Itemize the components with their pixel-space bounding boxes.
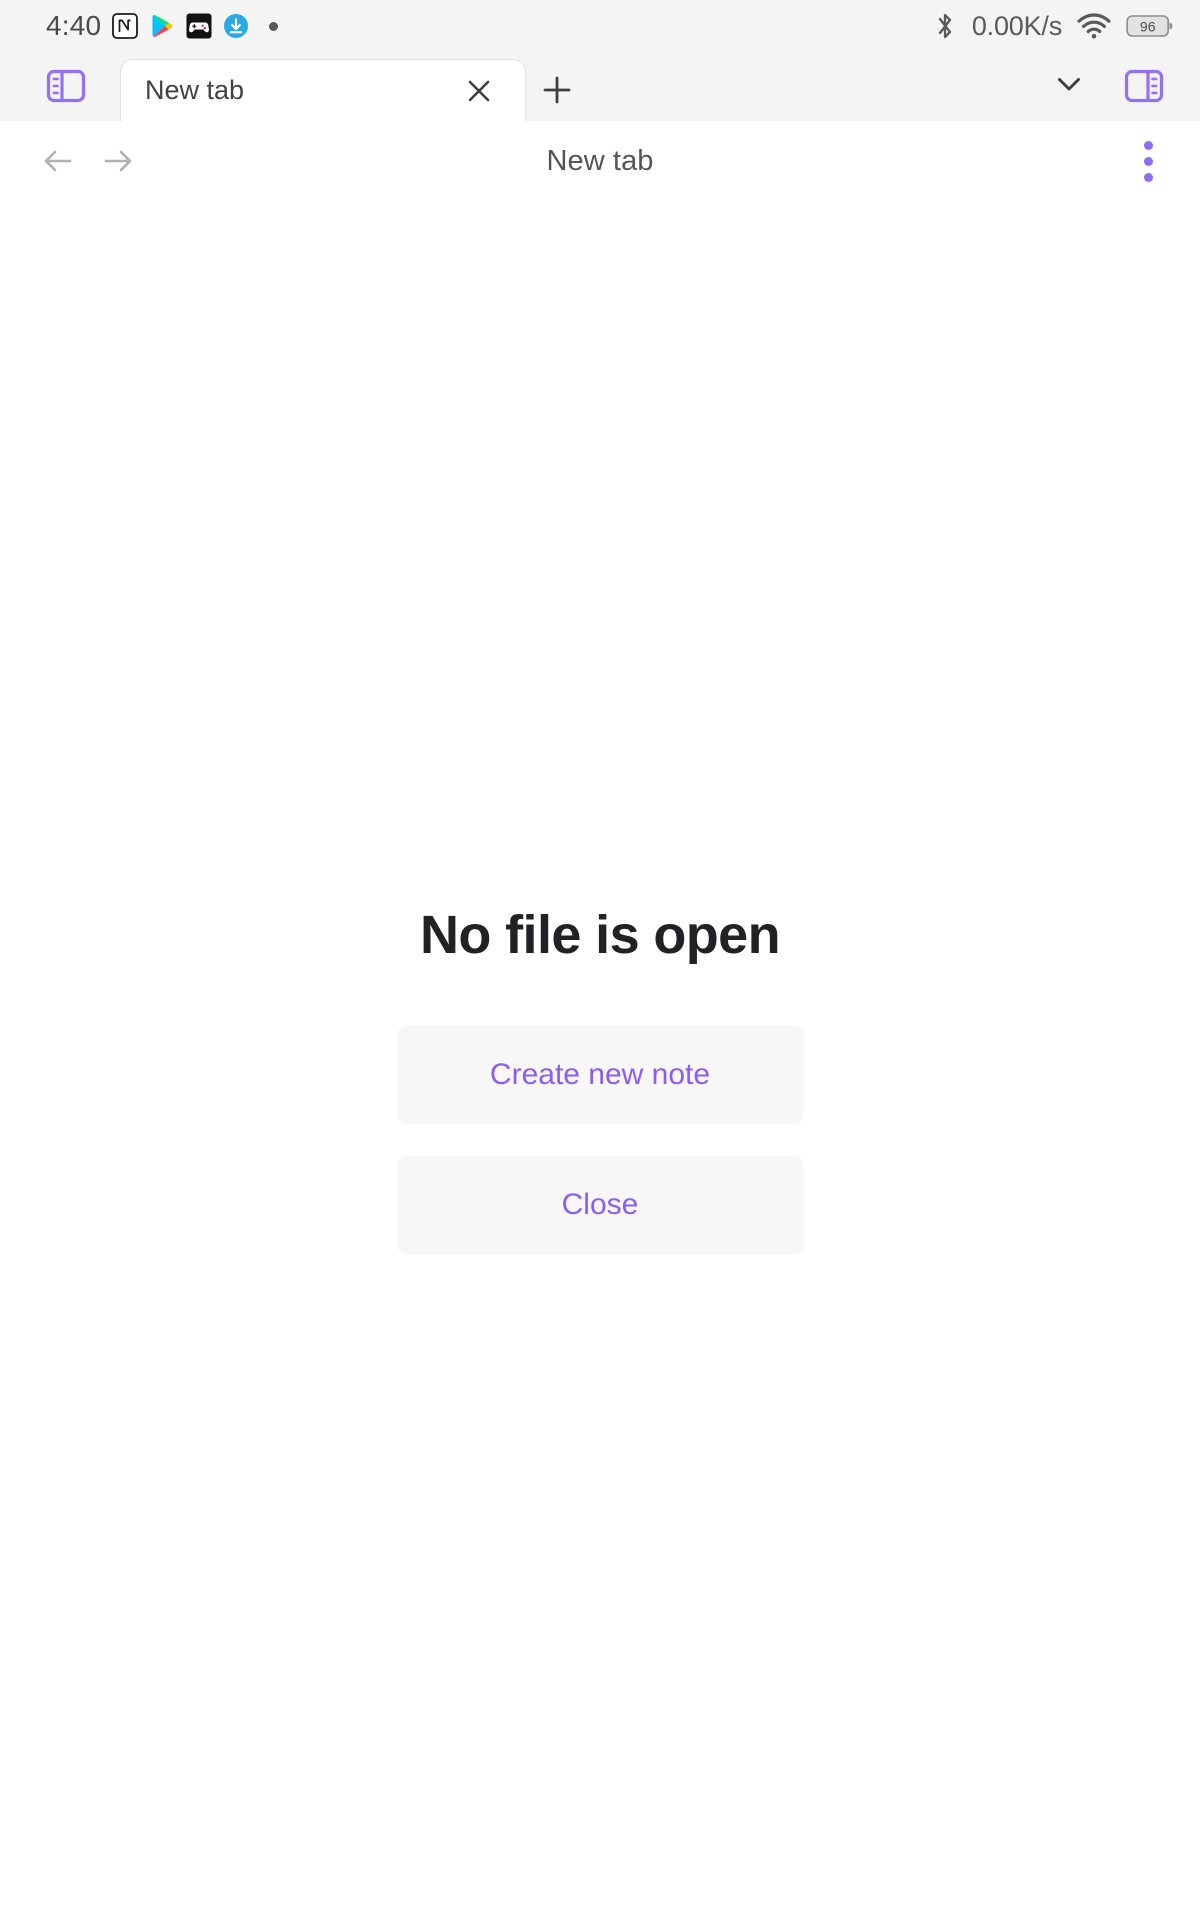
create-new-note-button[interactable]: Create new note: [396, 1026, 804, 1124]
left-panel-icon: [46, 69, 86, 103]
page-title: New tab: [546, 144, 654, 177]
close-icon: [468, 80, 490, 101]
tab-new-tab[interactable]: New tab: [120, 59, 526, 121]
network-speed-label: 0.00K/s: [971, 10, 1062, 41]
more-options-button[interactable]: [1120, 133, 1176, 189]
page-content: No file is open Create new note Close: [0, 201, 1200, 1920]
tab-list-dropdown-button[interactable]: [1040, 55, 1098, 113]
kebab-dot: [1143, 172, 1153, 182]
arrow-left-icon: [44, 150, 72, 172]
google-play-icon: [152, 15, 173, 37]
navigation-bar: New tab: [0, 121, 1200, 201]
plus-icon: [543, 76, 571, 104]
browser-window: 4:40 0.00K/s 96 New tab New tab No file …: [0, 0, 1200, 1920]
bluetooth-icon: [938, 13, 951, 39]
tab-label: New tab: [145, 75, 245, 105]
left-sidebar-toggle-button[interactable]: [38, 58, 94, 114]
right-sidebar-toggle-button[interactable]: [1116, 58, 1172, 114]
tab-close-button[interactable]: [459, 71, 499, 111]
kebab-dot: [1143, 140, 1153, 150]
forward-button[interactable]: [88, 131, 148, 191]
arrow-right-icon: [104, 150, 132, 172]
game-controller-app-icon: [186, 13, 212, 39]
status-clock: 4:40: [46, 10, 102, 41]
empty-state: No file is open Create new note Close: [0, 904, 1200, 1254]
kebab-dot: [1143, 156, 1153, 166]
status-bar-right: 0.00K/s 96: [932, 10, 1174, 42]
notification-dot-icon: [269, 21, 279, 31]
back-button[interactable]: [28, 131, 88, 191]
empty-state-title: No file is open: [419, 905, 781, 965]
wifi-icon: [1077, 13, 1111, 39]
battery-icon: 96: [1126, 15, 1173, 37]
new-tab-button[interactable]: [526, 59, 588, 121]
tabs-strip: New tab: [94, 52, 1040, 121]
battery-level-label: 96: [1140, 18, 1156, 34]
status-bar: 4:40 0.00K/s 96: [0, 0, 1200, 52]
status-bar-left: 4:40: [46, 10, 279, 42]
navigation-bar-right: [1120, 133, 1176, 189]
notion-app-icon: [112, 13, 139, 39]
download-manager-icon: [224, 14, 249, 38]
tab-bar: New tab: [0, 52, 1200, 121]
close-button[interactable]: Close: [396, 1156, 804, 1254]
right-panel-icon: [1124, 69, 1164, 103]
chevron-down-icon: [1058, 78, 1080, 91]
